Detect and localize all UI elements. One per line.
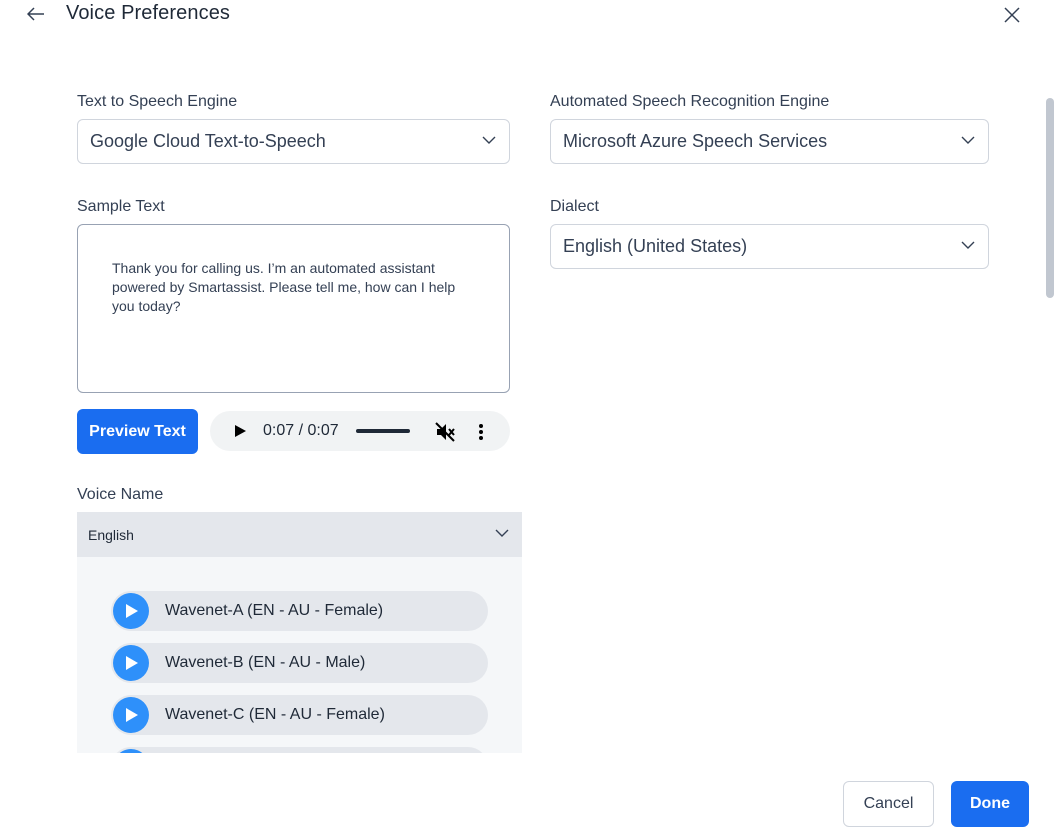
- cancel-button[interactable]: Cancel: [843, 781, 934, 827]
- audio-time: 0:07 / 0:07: [263, 422, 339, 439]
- voice-item[interactable]: Wavenet-C (EN - AU - Female): [111, 695, 488, 735]
- tts-engine-value: Google Cloud Text-to-Speech: [90, 131, 326, 151]
- play-icon[interactable]: [232, 423, 248, 439]
- play-icon[interactable]: [113, 645, 149, 681]
- more-vertical-icon[interactable]: [474, 422, 488, 442]
- chevron-down-icon: [961, 241, 975, 249]
- chevron-down-icon: [482, 136, 496, 144]
- chevron-down-icon: [961, 136, 975, 144]
- muted-speaker-icon[interactable]: [434, 421, 456, 443]
- voice-name-label: Voice Name: [77, 486, 164, 503]
- play-icon[interactable]: [113, 749, 149, 753]
- voice-preferences-page: Voice Preferences Text to Speech Engine …: [0, 0, 1054, 833]
- voice-list: Wavenet-A (EN - AU - Female) Wavenet-B (…: [77, 557, 522, 753]
- sample-text-input[interactable]: Thank you for calling us. I’m an automat…: [77, 224, 510, 393]
- dialect-value: English (United States): [563, 236, 748, 256]
- done-button[interactable]: Done: [951, 781, 1029, 827]
- voice-item-label: Wavenet-B (EN - AU - Male): [165, 654, 366, 671]
- dialect-select[interactable]: English (United States): [550, 224, 989, 269]
- scrollbar-thumb[interactable]: [1046, 98, 1054, 298]
- close-button[interactable]: [1001, 4, 1023, 26]
- asr-engine-value: Microsoft Azure Speech Services: [563, 131, 828, 151]
- scrollbar[interactable]: [1044, 40, 1054, 780]
- play-icon[interactable]: [113, 593, 149, 629]
- page-title: Voice Preferences: [66, 2, 231, 24]
- close-icon: [1004, 7, 1020, 23]
- voice-item-label: Wavenet-A (EN - AU - Female): [165, 602, 384, 619]
- voice-item[interactable]: Wavenet-A (EN - AU - Female): [111, 591, 488, 631]
- audio-progress-bar[interactable]: [356, 429, 410, 433]
- tts-engine-select[interactable]: Google Cloud Text-to-Speech: [77, 119, 510, 164]
- asr-engine-label: Automated Speech Recognition Engine: [550, 93, 830, 110]
- tts-engine-label: Text to Speech Engine: [77, 93, 238, 110]
- chevron-down-icon: [495, 529, 509, 537]
- back-button[interactable]: [26, 4, 46, 24]
- voice-language-accordion[interactable]: English: [77, 512, 522, 557]
- voice-item[interactable]: Wavenet-B (EN - AU - Male): [111, 643, 488, 683]
- sample-text-label: Sample Text: [77, 198, 165, 215]
- arrow-left-icon: [27, 7, 44, 21]
- preview-text-button[interactable]: Preview Text: [77, 409, 198, 454]
- asr-engine-select[interactable]: Microsoft Azure Speech Services: [550, 119, 989, 164]
- dialect-label: Dialect: [550, 198, 599, 215]
- audio-player: 0:07 / 0:07: [210, 411, 510, 451]
- voice-item-label: Wavenet-C (EN - AU - Female): [165, 706, 385, 723]
- play-icon[interactable]: [113, 697, 149, 733]
- voice-item-partial[interactable]: [111, 747, 488, 753]
- voice-language-label: English: [88, 526, 134, 543]
